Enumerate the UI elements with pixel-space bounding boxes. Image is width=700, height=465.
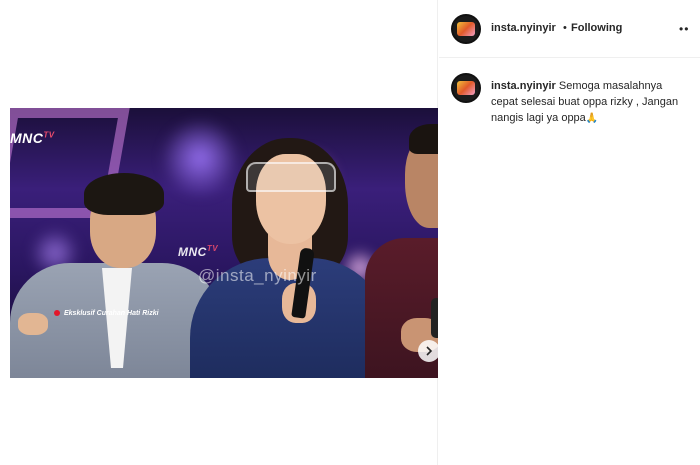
channel-logo-overlay: MNCTV [178, 244, 219, 259]
instagram-post: MNCTV MNCTV @insta_nyinyir Eksklusif Cur… [0, 0, 700, 465]
news-ticker: Eksklusif Curahan Hati Rizki [54, 308, 159, 318]
caption-username[interactable]: insta.nyinyir [491, 80, 556, 92]
post-header: insta.nyinyir • Following •• [439, 0, 700, 58]
pray-emoji-icon: 🙏 [585, 113, 599, 124]
news-ticker-text: Eksklusif Curahan Hati Rizki [64, 309, 159, 317]
header-username[interactable]: insta.nyinyir [491, 22, 556, 34]
post-video[interactable]: MNCTV MNCTV @insta_nyinyir Eksklusif Cur… [10, 108, 438, 378]
post-sidebar: insta.nyinyir • Following •• insta.nyiny… [439, 0, 700, 465]
next-media-button[interactable] [418, 340, 438, 362]
avatar[interactable] [451, 73, 481, 103]
header-separator: • [563, 22, 567, 34]
man-right-figure [365, 118, 438, 378]
channel-logo: MNCTV [10, 130, 55, 146]
live-dot-icon [54, 310, 60, 316]
video-watermark: @insta_nyinyir [198, 266, 317, 285]
avatar[interactable] [451, 14, 481, 44]
media-pane: MNCTV MNCTV @insta_nyinyir Eksklusif Cur… [0, 0, 438, 465]
woman-figure [190, 138, 390, 378]
caption-text: insta.nyinyir Semoga masalahnya cepat se… [491, 78, 691, 127]
more-horizontal-icon[interactable]: •• [679, 22, 689, 36]
chevron-right-icon [426, 346, 433, 356]
following-button[interactable]: Following [571, 22, 622, 34]
